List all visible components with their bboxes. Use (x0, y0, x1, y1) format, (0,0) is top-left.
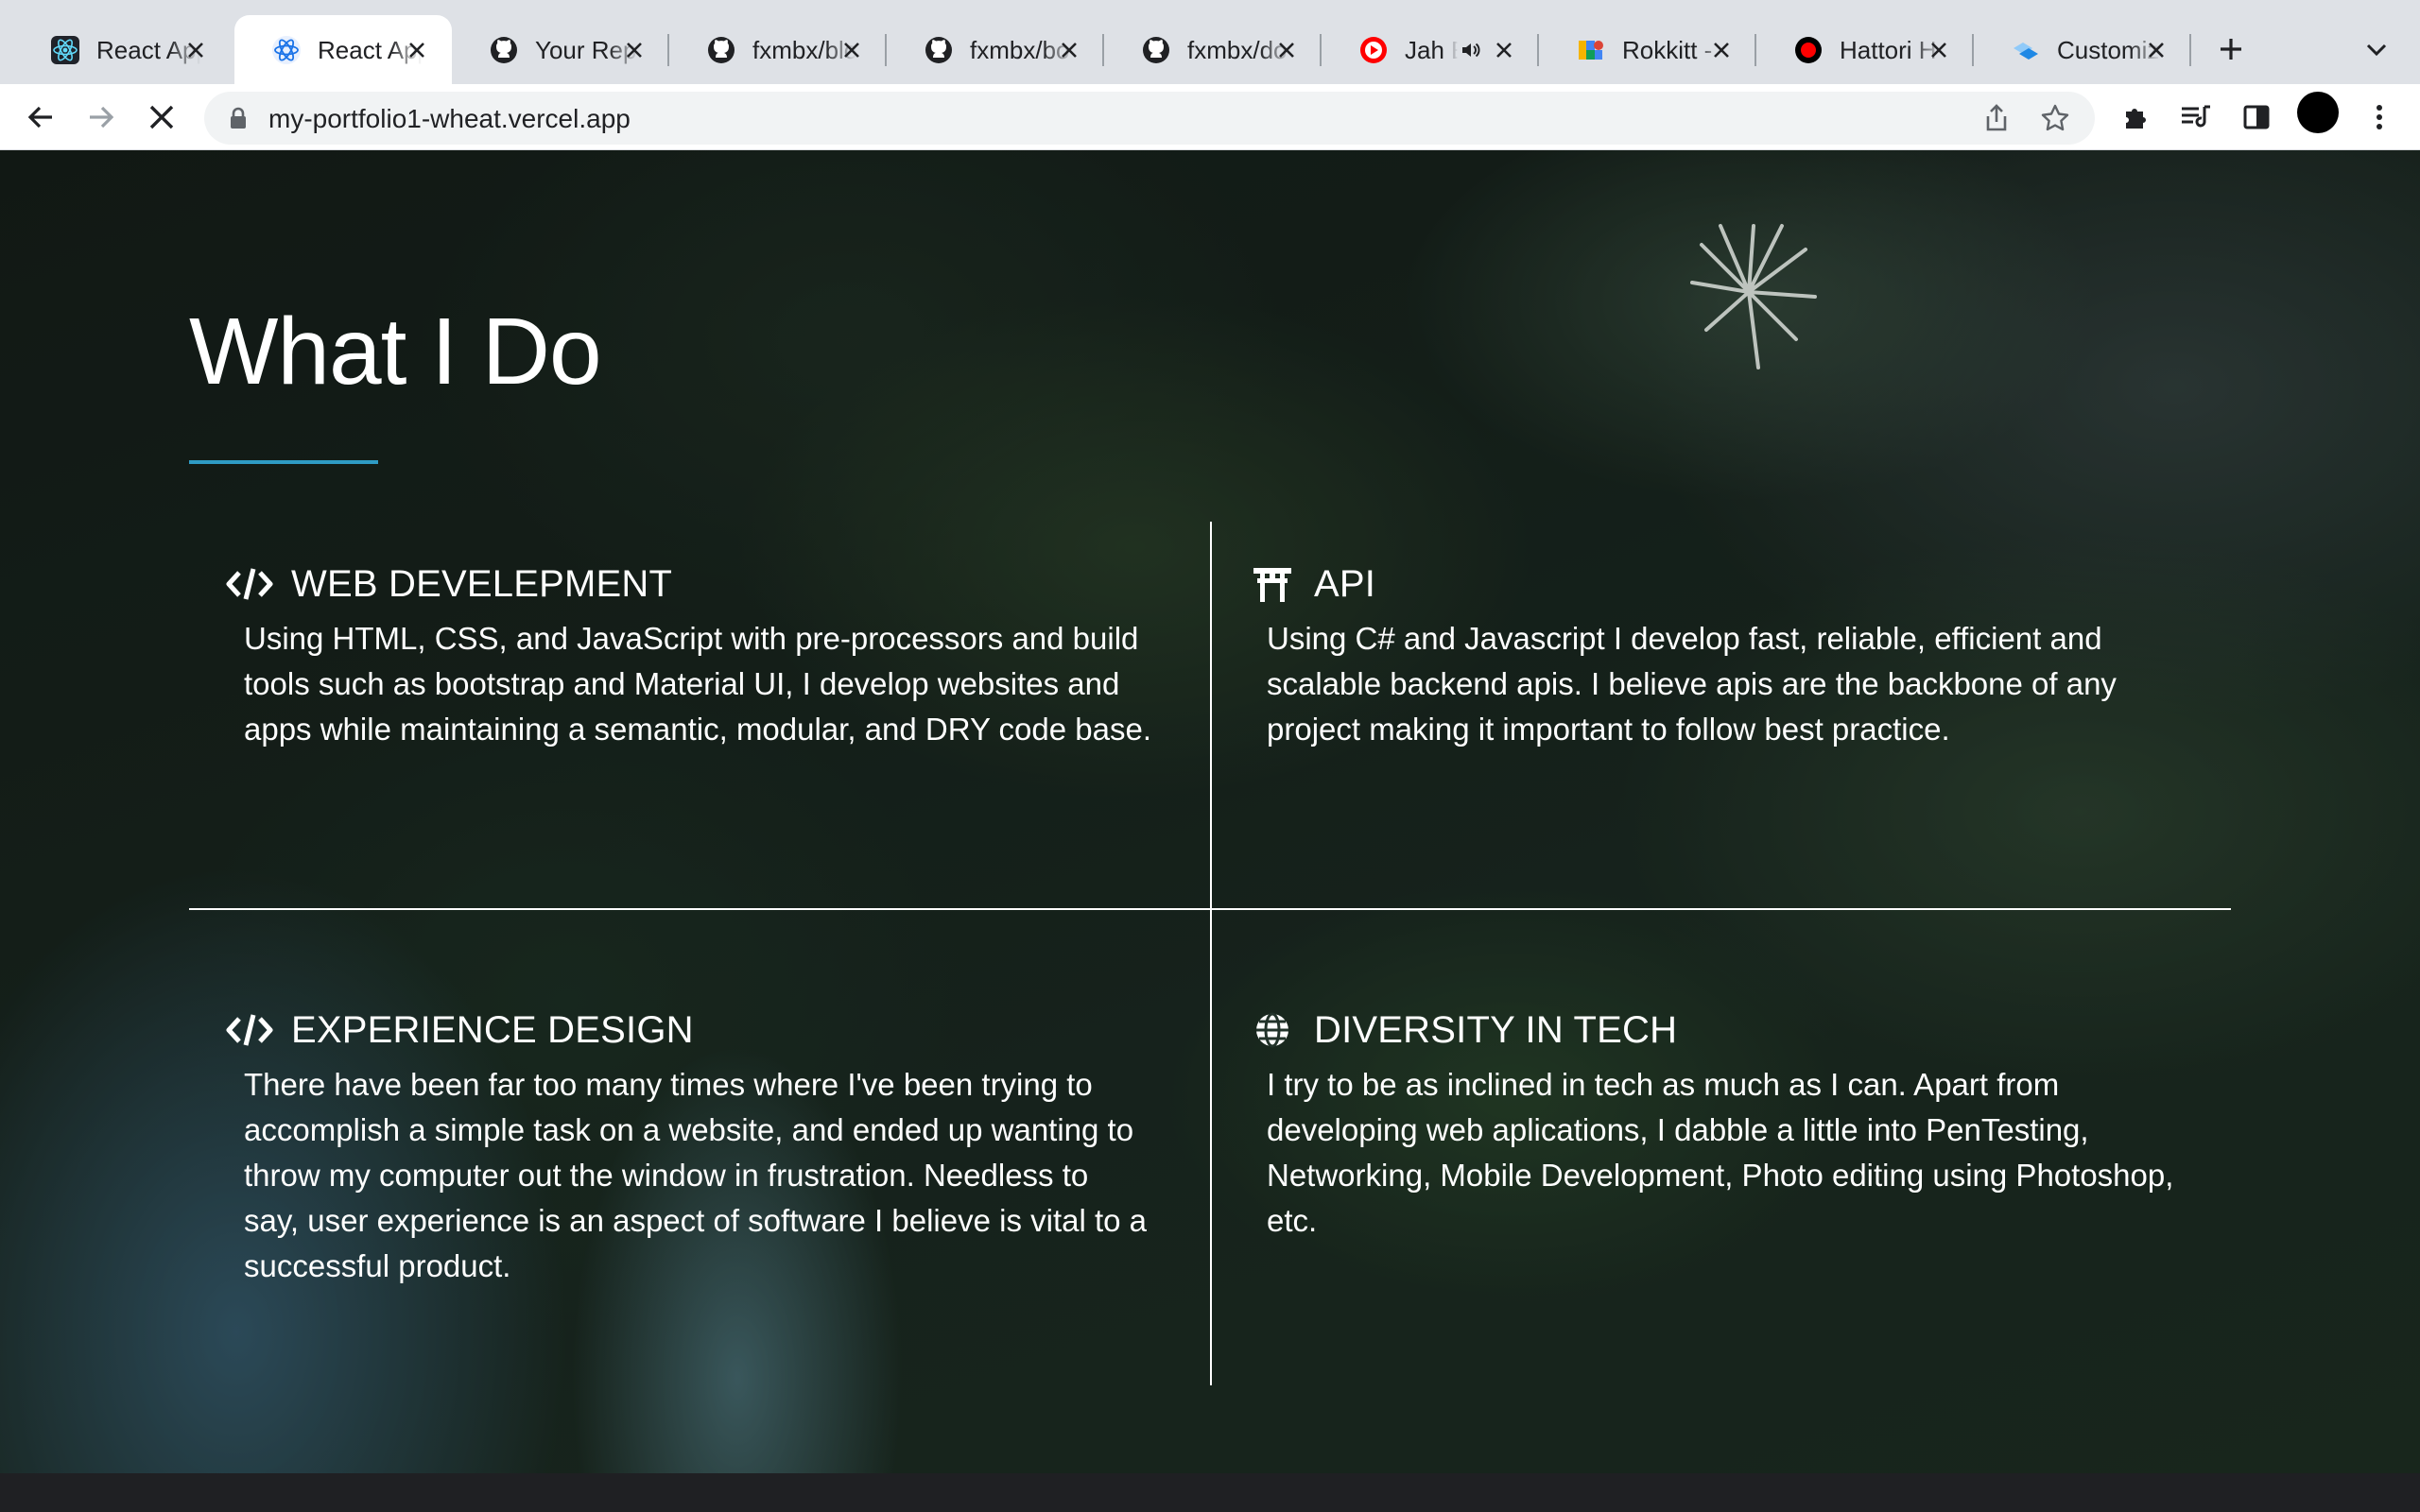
close-icon[interactable] (182, 36, 210, 64)
card-description: I try to be as inclined in tech as much … (1267, 1067, 2174, 1238)
browser-toolbar: my-portfolio1-wheat.vercel.app (0, 84, 2420, 150)
record-icon (1792, 34, 1824, 66)
page-viewport: What I Do WEB DEVELEPMENT Using HTML, CS… (0, 150, 2420, 1473)
tab-separator (2189, 34, 2191, 66)
back-button[interactable] (15, 92, 66, 143)
react-icon (49, 34, 81, 66)
code-icon (225, 559, 274, 609)
forward-button[interactable] (76, 92, 127, 143)
arrow-right-icon (90, 106, 114, 129)
card-title: WEB DEVELEPMENT (291, 562, 673, 605)
tab-search-button[interactable] (2354, 26, 2399, 72)
profile-avatar[interactable] (2297, 92, 2339, 133)
card-title: API (1314, 562, 1376, 605)
media-control-button[interactable] (2170, 92, 2221, 143)
browser-tab-active[interactable]: React App (234, 15, 452, 84)
arrow-left-icon (27, 106, 52, 129)
react-icon (270, 34, 302, 66)
youtube-icon (1357, 34, 1390, 66)
browser-tab[interactable]: Your Repositories (452, 15, 669, 84)
card-description: Using C# and Javascript I develop fast, … (1267, 621, 2117, 747)
browser-tab[interactable]: fxmbx/do (1104, 15, 1322, 84)
browser-tab[interactable]: Customiz (1974, 15, 2191, 84)
more-vertical-icon (2377, 105, 2382, 129)
tab-strip: React App React App Your Repositories fx… (0, 0, 2420, 84)
card-header: DIVERSITY IN TECH (1248, 1004, 1677, 1057)
playlist-music-icon (2182, 105, 2210, 128)
close-icon[interactable] (1055, 36, 1083, 64)
stop-loading-button[interactable] (136, 92, 187, 143)
browser-tab[interactable]: React App (13, 15, 231, 84)
close-icon[interactable] (1925, 36, 1953, 64)
title-underline (189, 460, 378, 464)
close-icon[interactable] (1707, 36, 1736, 64)
chevron-down-icon (2366, 43, 2387, 57)
github-icon (705, 34, 737, 66)
close-icon[interactable] (1490, 36, 1518, 64)
url-text[interactable]: my-portfolio1-wheat.vercel.app (268, 104, 631, 134)
card-description: Using HTML, CSS, and JavaScript with pre… (244, 621, 1152, 747)
google-fonts-icon (1575, 34, 1607, 66)
github-icon (923, 34, 955, 66)
github-icon (1140, 34, 1172, 66)
mui-icon (2010, 34, 2042, 66)
new-tab-button[interactable] (2208, 26, 2254, 72)
share-icon[interactable] (1979, 101, 2014, 135)
plus-icon (2221, 39, 2241, 60)
card-header: EXPERIENCE DESIGN (225, 1004, 694, 1057)
close-icon[interactable] (620, 36, 648, 64)
star-icon[interactable] (2038, 101, 2072, 135)
extensions-button[interactable] (2110, 92, 2161, 143)
globe-icon (1248, 1005, 1297, 1055)
side-panel-button[interactable] (2231, 92, 2282, 143)
close-icon[interactable] (2142, 36, 2170, 64)
page-footer-edge (0, 1473, 2420, 1512)
browser-tab[interactable]: Jah E (1322, 15, 1539, 84)
close-icon[interactable] (1272, 36, 1301, 64)
code-icon (225, 1005, 274, 1055)
browser-tab[interactable]: fxmbx/blog (669, 15, 887, 84)
github-icon (488, 34, 520, 66)
card-header: WEB DEVELEPMENT (225, 558, 672, 610)
close-icon[interactable] (838, 36, 866, 64)
speaker-icon[interactable] (1460, 39, 1484, 63)
browser-tab[interactable]: Rokkitt - (1539, 15, 1756, 84)
section-title: What I Do (189, 299, 602, 404)
side-panel-icon (2243, 105, 2270, 129)
address-bar[interactable]: my-portfolio1-wheat.vercel.app (204, 92, 2095, 145)
card-title: EXPERIENCE DESIGN (291, 1008, 694, 1051)
browser-tab[interactable]: fxmbx/bo (887, 15, 1104, 84)
close-icon[interactable] (403, 36, 431, 64)
card-header: API (1248, 558, 1375, 610)
close-icon (149, 105, 174, 129)
torii-gate-icon (1248, 559, 1297, 609)
card-description: There have been far too many times where… (244, 1067, 1148, 1283)
what-i-do-section: What I Do WEB DEVELEPMENT Using HTML, CS… (0, 150, 2420, 1473)
card-title: DIVERSITY IN TECH (1314, 1008, 1678, 1051)
menu-button[interactable] (2354, 92, 2405, 143)
lock-icon[interactable] (225, 105, 251, 131)
tab-title: Jah E (1405, 36, 1458, 64)
browser-tab[interactable]: Hattori H (1756, 15, 1974, 84)
puzzle-icon (2126, 109, 2146, 129)
horizontal-divider (189, 908, 2231, 910)
vertical-divider (1210, 522, 1212, 1385)
